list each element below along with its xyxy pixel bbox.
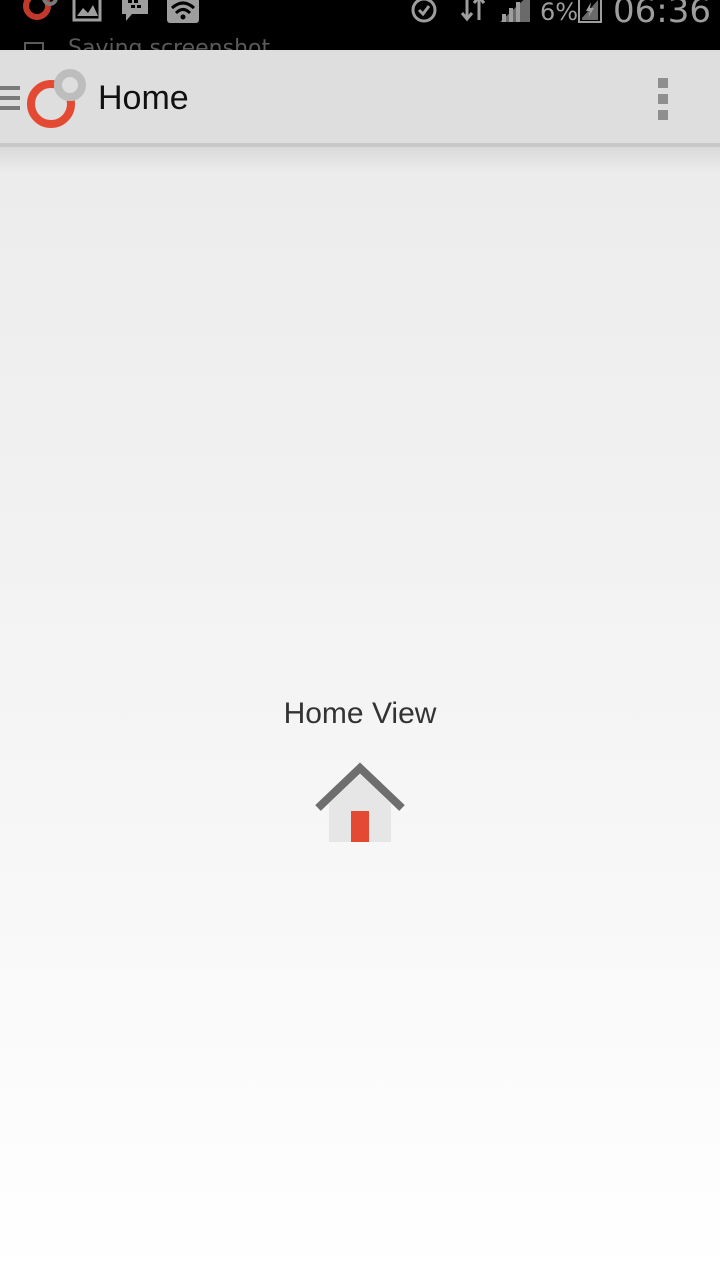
data-transfer-icon bbox=[460, 0, 486, 22]
battery-icon bbox=[578, 0, 602, 23]
gallery-icon bbox=[72, 0, 102, 22]
alarm-icon bbox=[411, 0, 437, 23]
content-title: Home View bbox=[283, 697, 437, 730]
drawer-menu-icon[interactable] bbox=[0, 86, 22, 112]
notification-checkbox-icon bbox=[24, 42, 44, 50]
overflow-menu-icon[interactable] bbox=[646, 72, 682, 126]
page-title: Home bbox=[98, 79, 189, 117]
bbm-icon bbox=[122, 0, 148, 21]
screen: 6% 06:36 Saving screenshot... Home Home … bbox=[0, 0, 720, 1280]
wifi-icon bbox=[167, 0, 199, 23]
signal-icon bbox=[500, 0, 530, 22]
status-bar: 6% 06:36 Saving screenshot... bbox=[0, 0, 720, 50]
app-notification-icon bbox=[23, 0, 58, 20]
action-bar: Home bbox=[0, 50, 720, 147]
home-icon bbox=[315, 762, 405, 842]
app-logo-icon[interactable] bbox=[24, 67, 90, 131]
battery-percent: 6% bbox=[540, 0, 579, 26]
notification-peek-text: Saving screenshot... bbox=[68, 36, 292, 51]
action-bar-shadow bbox=[0, 147, 720, 173]
status-time: 06:36 bbox=[613, 0, 711, 31]
